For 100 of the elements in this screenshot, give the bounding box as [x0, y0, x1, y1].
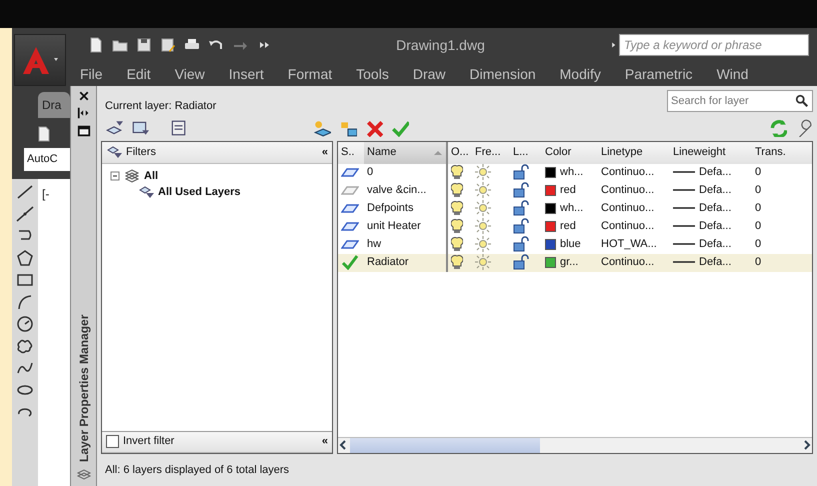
light-bulb-on-icon[interactable] [451, 182, 463, 198]
transparency-value: 0 [755, 220, 762, 232]
transparency-value: 0 [755, 256, 762, 268]
transparency-value: 0 [755, 238, 762, 250]
linetype-name: HOT_WA... [601, 238, 657, 250]
menu-item[interactable]: Dimension [470, 64, 536, 84]
layer-name[interactable]: valve &cin... [367, 182, 426, 199]
color-swatch[interactable] [545, 166, 556, 178]
color-swatch[interactable] [545, 238, 556, 250]
column-header[interactable]: Name [364, 142, 448, 164]
checkbox[interactable] [106, 435, 119, 448]
menu-item[interactable]: Insert [228, 64, 264, 84]
column-header[interactable]: S.. [338, 142, 364, 164]
collapse-button[interactable]: « [322, 433, 328, 450]
layer-name[interactable]: hw [367, 236, 382, 253]
light-bulb-on-icon[interactable] [451, 218, 463, 234]
search-icon [795, 94, 809, 108]
delete-layer-icon[interactable] [365, 118, 383, 136]
horizontal-scrollbar[interactable] [338, 436, 812, 452]
lineweight-sample-icon [673, 187, 695, 194]
invert-filter-label[interactable]: Invert filter [123, 433, 174, 450]
menu-item[interactable]: Modify [560, 64, 601, 84]
save-icon[interactable] [136, 37, 152, 53]
new-property-filter-icon[interactable] [105, 118, 123, 136]
layer-row[interactable]: valve &cin... red Continuo... Defa... 0 [338, 182, 812, 200]
new-layer-icon[interactable] [313, 118, 331, 136]
layer-name[interactable]: unit Heater [367, 218, 421, 235]
lock-open-icon[interactable] [513, 218, 529, 234]
polygon-icon[interactable] [15, 248, 35, 266]
color-swatch[interactable] [545, 220, 556, 232]
menu-item[interactable]: Wind [716, 64, 748, 84]
color-swatch[interactable] [545, 202, 556, 214]
sun-icon[interactable] [475, 218, 491, 234]
transparency-value: 0 [755, 202, 762, 214]
menu-item[interactable]: Edit [126, 64, 151, 84]
layer-name[interactable]: Defpoints [367, 200, 414, 217]
column-header[interactable]: O... [448, 142, 472, 164]
workspace-combo[interactable]: AutoC [24, 148, 70, 170]
menu-item[interactable]: Tools [356, 64, 389, 84]
color-name: red [560, 184, 576, 196]
column-header[interactable]: Trans. [752, 142, 792, 164]
document-tab[interactable]: Dra [38, 92, 70, 118]
column-header[interactable]: Lineweight [670, 142, 752, 164]
light-bulb-on-icon[interactable] [451, 254, 463, 270]
tree-item[interactable]: All Used Layers [158, 184, 241, 200]
properties-icon[interactable] [76, 124, 90, 138]
line-icon[interactable] [15, 182, 35, 200]
layer-name[interactable]: Radiator [367, 254, 409, 271]
sun-icon[interactable] [475, 182, 491, 198]
column-header[interactable]: Linetype [598, 142, 670, 164]
lock-open-icon[interactable] [513, 236, 529, 252]
collapse-button[interactable]: « [322, 144, 328, 160]
sun-icon[interactable] [475, 236, 491, 252]
lock-open-icon[interactable] [513, 200, 529, 216]
lineweight-value: Defa... [699, 202, 732, 214]
lock-open-icon[interactable] [513, 254, 529, 270]
search-field[interactable]: Search for layer [667, 90, 813, 112]
menu-item[interactable]: Draw [412, 64, 446, 84]
menu-item[interactable]: Format [288, 64, 332, 84]
current-layer-label: Current layer: Radiator [105, 99, 216, 114]
tree-item[interactable]: All [144, 168, 158, 184]
menu-item[interactable]: Parametric [624, 64, 693, 84]
lock-open-icon[interactable] [513, 182, 529, 198]
construction-line-icon[interactable] [15, 204, 35, 222]
light-bulb-on-icon[interactable] [451, 236, 463, 252]
layer-row[interactable]: unit Heater red Continuo... Defa... 0 [338, 218, 812, 236]
save-as-icon[interactable] [160, 37, 176, 53]
column-header[interactable]: Fre... [472, 142, 510, 164]
menu-item[interactable]: View [174, 64, 205, 84]
layer-name[interactable]: 0 [367, 164, 374, 181]
layer-row[interactable]: Defpoints wh... Continuo... Defa... 0 [338, 200, 812, 218]
layer-row[interactable]: 0 wh... Continuo... Defa... 0 [338, 164, 812, 182]
light-bulb-on-icon[interactable] [451, 200, 463, 216]
lineweight-value: Defa... [699, 166, 732, 178]
light-bulb-on-icon[interactable] [451, 164, 463, 180]
collapse-icon[interactable] [110, 170, 120, 181]
layer-row[interactable]: Radiator gr... Continuo... Defa... 0 [338, 254, 812, 272]
menu-item[interactable]: File [80, 64, 103, 84]
sun-icon[interactable] [475, 164, 491, 180]
lock-open-icon[interactable] [513, 164, 529, 180]
transparency-value: 0 [755, 184, 762, 196]
auto-hide-icon[interactable] [76, 106, 90, 120]
color-swatch[interactable] [545, 184, 556, 196]
circle-icon[interactable] [15, 314, 35, 332]
search-field[interactable]: Type a keyword or phrase [619, 34, 809, 56]
layer-states-icon[interactable] [169, 118, 187, 136]
color-name: gr... [560, 256, 578, 268]
color-name: wh... [560, 202, 584, 214]
lineweight-value: Defa... [699, 184, 732, 196]
sun-icon[interactable] [475, 200, 491, 216]
linetype-name: Continuo... [601, 166, 654, 178]
close-icon[interactable] [78, 90, 90, 102]
new-file-icon[interactable] [36, 126, 52, 142]
scrollbar-thumb[interactable] [350, 438, 540, 452]
column-header[interactable]: L... [510, 142, 542, 164]
lineweight-value: Defa... [699, 256, 732, 268]
column-header[interactable]: Color [542, 142, 598, 164]
color-swatch[interactable] [545, 256, 556, 268]
color-name: wh... [560, 166, 584, 178]
new-file-icon[interactable] [88, 37, 104, 53]
